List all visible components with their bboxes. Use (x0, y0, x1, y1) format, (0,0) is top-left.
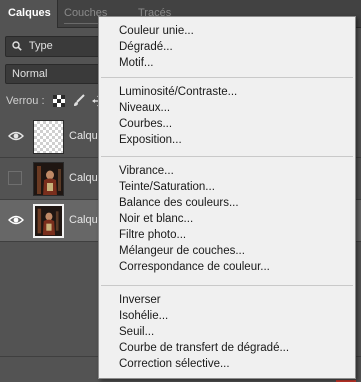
menu-separator (101, 77, 353, 78)
eye-visibility-icon[interactable] (8, 214, 24, 226)
menu-item-courbes[interactable]: Courbes... (119, 116, 172, 132)
menu-item-melangeur-de-couches[interactable]: Mélangeur de couches... (119, 243, 245, 259)
menu-item-luminosite-contraste[interactable]: Luminosité/Contraste... (119, 84, 237, 100)
menu-separator (101, 156, 353, 157)
tab-calques[interactable]: Calques (0, 0, 58, 28)
menu-item-balance-des-couleurs[interactable]: Balance des couleurs... (119, 195, 239, 211)
menu-item-seuil[interactable]: Seuil... (119, 324, 154, 340)
menu-item-correction-selective[interactable]: Correction sélective... (119, 356, 230, 372)
menu-item-degrade[interactable]: Dégradé... (119, 39, 173, 55)
menu-item-exposition[interactable]: Exposition... (119, 132, 182, 148)
menu-item-isohelie[interactable]: Isohélie... (119, 308, 168, 324)
layer-thumbnail-photo (33, 162, 64, 196)
layer-thumbnail-transparent (33, 120, 64, 154)
layer-thumbnail-photo (33, 204, 64, 238)
menu-item-motif[interactable]: Motif... (119, 55, 154, 71)
menu-item-courbe-de-transfert-de-degrade[interactable]: Courbe de transfert de dégradé... (119, 340, 289, 356)
menu-item-correspondance-de-couleur[interactable]: Correspondance de couleur... (119, 259, 270, 275)
menu-item-filtre-photo[interactable]: Filtre photo... (119, 227, 186, 243)
menu-item-niveaux[interactable]: Niveaux... (119, 100, 170, 116)
lock-image-pixels-brush-icon[interactable] (72, 94, 86, 108)
photo-thumbnail-image (35, 206, 62, 236)
adjustment-layer-menu: Couleur unie... Dégradé... Motif... Lumi… (98, 16, 356, 379)
lock-transparent-pixels-icon[interactable] (53, 95, 65, 107)
photo-thumbnail-image (34, 163, 63, 195)
menu-item-noir-et-blanc[interactable]: Noir et blanc... (119, 211, 193, 227)
blend-mode-value: Normal (12, 68, 48, 80)
visibility-toggle-empty[interactable] (8, 171, 22, 185)
menu-item-teinte-saturation[interactable]: Teinte/Saturation... (119, 179, 215, 195)
layer-filter-label: Type (28, 40, 53, 52)
menu-item-inverser[interactable]: Inverser (119, 292, 161, 308)
lock-row: Verrou : (0, 92, 110, 112)
tab-couches-underline (64, 23, 102, 24)
lock-label: Verrou : (6, 95, 45, 107)
eye-visibility-icon[interactable] (8, 130, 24, 142)
menu-item-couleur-unie[interactable]: Couleur unie... (119, 23, 194, 39)
search-icon (12, 41, 22, 51)
menu-separator (101, 285, 353, 286)
menu-item-vibrance[interactable]: Vibrance... (119, 163, 174, 179)
